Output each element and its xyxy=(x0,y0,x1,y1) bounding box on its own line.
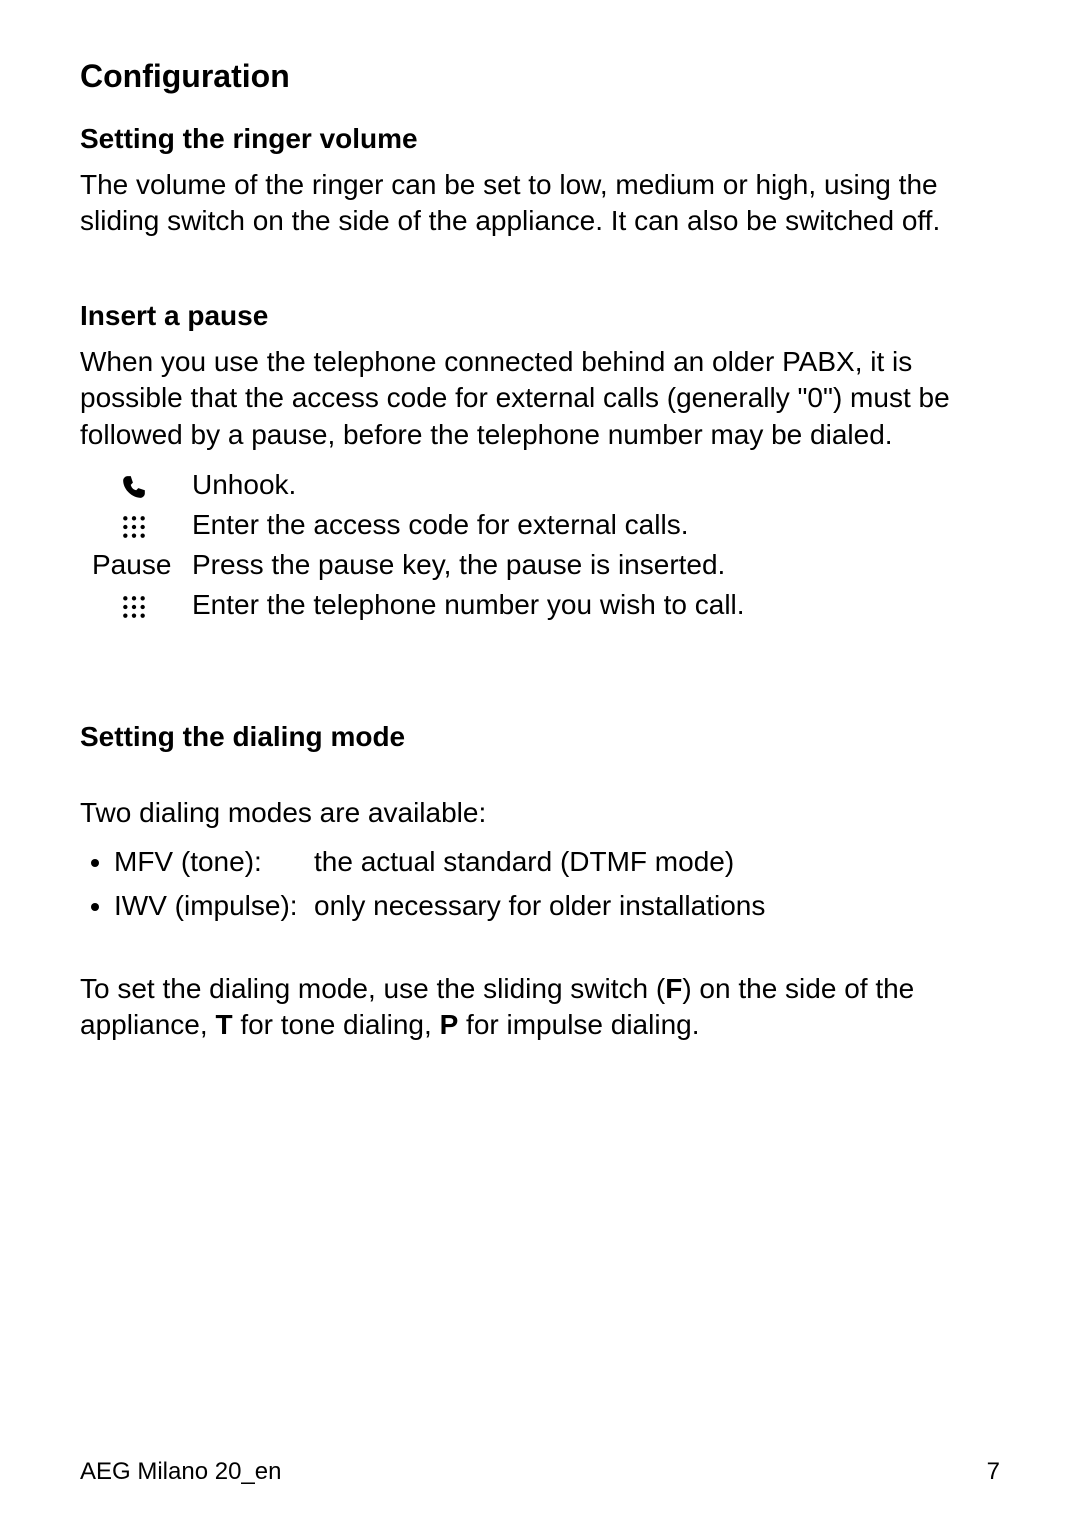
keypad-icon xyxy=(121,514,147,540)
step-text: Press the pause key, the pause is insert… xyxy=(192,545,745,585)
mode-val: the actual standard (DTMF mode) xyxy=(314,846,734,877)
dialing-intro: Two dialing modes are available: xyxy=(80,795,1000,831)
pause-label: Pause xyxy=(80,545,192,585)
dialing-outro: To set the dialing mode, use the sliding… xyxy=(80,971,1000,1044)
footer-left: AEG Milano 20_en xyxy=(80,1458,281,1486)
mode-key: IWV (impulse): xyxy=(114,887,314,925)
step-text: Enter the telephone number you wish to c… xyxy=(192,585,745,625)
list-item: IWV (impulse):only necessary for older i… xyxy=(114,887,1000,931)
page-title: Configuration xyxy=(80,58,1000,95)
handset-icon xyxy=(121,474,147,500)
step-text: Unhook. xyxy=(192,465,745,505)
section-heading-dialing: Setting the dialing mode xyxy=(80,721,1000,753)
mode-val: only necessary for older installations xyxy=(314,890,765,921)
list-item: MFV (tone):the actual standard (DTMF mod… xyxy=(114,843,1000,887)
keypad-icon xyxy=(121,594,147,620)
section-body-ringer: The volume of the ringer can be set to l… xyxy=(80,167,1000,240)
steps-table: Unhook. Enter the access code for extern… xyxy=(80,465,745,625)
step-text: Enter the access code for external calls… xyxy=(192,505,745,545)
section-heading-pause: Insert a pause xyxy=(80,300,1000,332)
footer-page-number: 7 xyxy=(987,1458,1000,1486)
section-heading-ringer: Setting the ringer volume xyxy=(80,123,1000,155)
dialing-modes-list: MFV (tone):the actual standard (DTMF mod… xyxy=(80,843,1000,931)
section-body-pause: When you use the telephone connected beh… xyxy=(80,344,1000,453)
mode-key: MFV (tone): xyxy=(114,843,314,881)
